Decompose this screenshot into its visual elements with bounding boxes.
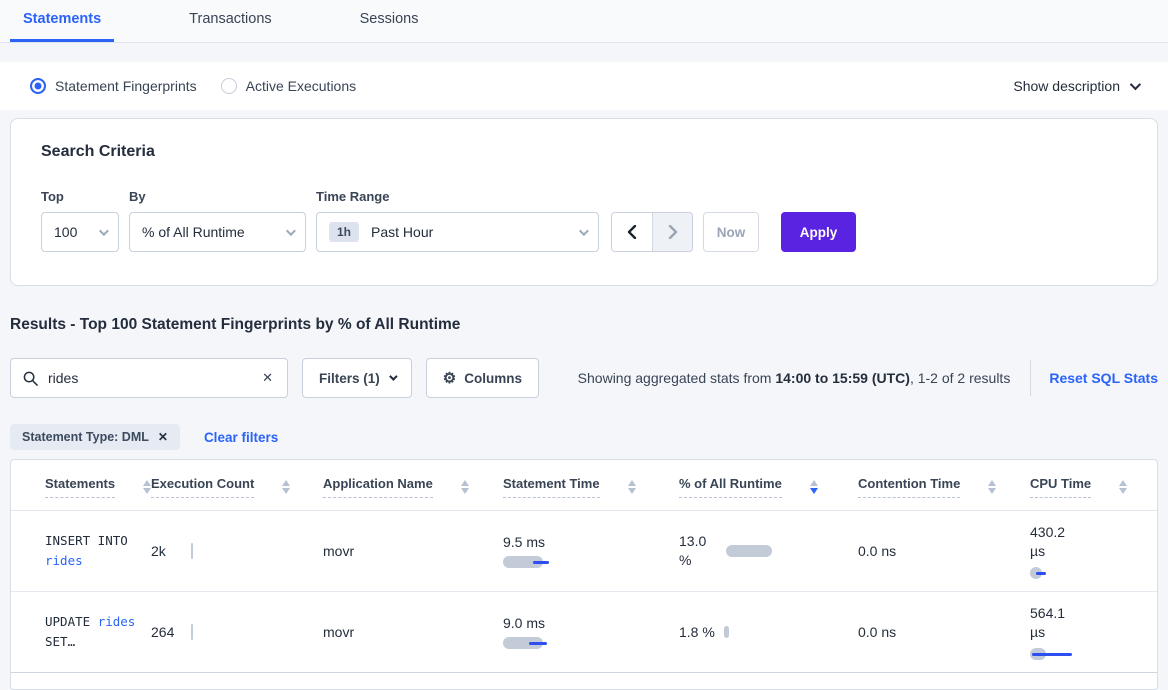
search-criteria-title: Search Criteria xyxy=(41,143,1127,161)
next-time-button[interactable] xyxy=(652,213,692,251)
chevron-down-icon xyxy=(99,226,109,236)
table-row: UPDATE rides SET… 264 movr 9.0 ms 1.8 % … xyxy=(11,591,1157,673)
runtime-pct-bar xyxy=(724,626,729,638)
gear-icon: ⚙ xyxy=(443,369,456,387)
table-header-row: Statements Execution Count Application N… xyxy=(11,460,1157,510)
column-header-runtime-pct: % of All Runtime xyxy=(679,476,858,510)
time-range-field: Time Range 1h Past Hour xyxy=(316,189,599,252)
sort-icons[interactable] xyxy=(810,480,818,494)
by-select[interactable]: % of All Runtime xyxy=(129,212,306,252)
column-header-statement-time: Statement Time xyxy=(503,476,679,510)
divider xyxy=(1030,360,1031,396)
statement-time-stddev-marker xyxy=(533,561,549,564)
column-header-contention-time: Contention Time xyxy=(858,476,1030,510)
previous-time-button[interactable] xyxy=(612,213,652,251)
search-input[interactable] xyxy=(48,370,260,386)
search-box[interactable]: ✕ xyxy=(10,358,288,398)
top-field: Top 100 xyxy=(41,189,119,252)
search-criteria-card: Search Criteria Top 100 By % of All Runt… xyxy=(10,118,1158,286)
clear-search-icon[interactable]: ✕ xyxy=(260,370,275,386)
cpu-time-cell: 564.1 µs xyxy=(1030,592,1157,672)
execution-count-cell: 2k xyxy=(151,531,323,571)
column-header-statements: Statements xyxy=(11,476,151,510)
apply-button[interactable]: Apply xyxy=(781,212,856,252)
time-nav-group xyxy=(611,212,693,252)
statement-link[interactable]: INSERT INTO rides xyxy=(45,531,151,571)
radio-statement-fingerprints[interactable]: Statement Fingerprints xyxy=(30,78,197,94)
sort-icons[interactable] xyxy=(628,480,636,494)
radio-active-executions[interactable]: Active Executions xyxy=(221,78,357,94)
chevron-right-icon xyxy=(668,225,678,239)
search-icon xyxy=(23,371,38,386)
runtime-pct-cell: 13.0 % xyxy=(679,520,858,582)
filter-pill-statement-type[interactable]: Statement Type: DML ✕ xyxy=(10,424,180,450)
chevron-down-icon xyxy=(389,372,397,380)
chevron-down-icon xyxy=(579,226,589,236)
time-range-select[interactable]: 1h Past Hour xyxy=(316,212,599,252)
top-select[interactable]: 100 xyxy=(41,212,119,252)
tab-sessions[interactable]: Sessions xyxy=(347,11,432,42)
execution-count-cell: 264 xyxy=(151,612,323,652)
chevron-left-icon xyxy=(627,225,637,239)
clear-filters-link[interactable]: Clear filters xyxy=(204,430,278,445)
by-field: By % of All Runtime xyxy=(129,189,306,252)
tab-transactions[interactable]: Transactions xyxy=(176,11,284,42)
chevron-down-icon xyxy=(1130,79,1141,90)
application-name-cell: movr xyxy=(323,531,503,571)
cpu-time-stddev-marker xyxy=(1032,653,1072,656)
column-header-execution-count: Execution Count xyxy=(151,476,323,510)
runtime-pct-cell: 1.8 % xyxy=(679,611,858,654)
radio-selected-icon xyxy=(30,78,46,94)
cpu-time-stddev-marker xyxy=(1036,572,1046,575)
runtime-pct-bar xyxy=(726,545,772,557)
sort-icons[interactable] xyxy=(1119,480,1127,494)
statement-time-stddev-marker xyxy=(529,642,547,645)
statement-time-cell: 9.5 ms xyxy=(503,522,679,580)
page-tabs: Statements Transactions Sessions xyxy=(0,0,1168,43)
now-button[interactable]: Now xyxy=(703,212,759,252)
execution-count-bar xyxy=(191,543,193,559)
sort-icons[interactable] xyxy=(988,480,996,494)
statement-time-cell: 9.0 ms xyxy=(503,603,679,661)
active-filters-row: Statement Type: DML ✕ Clear filters xyxy=(10,424,1158,450)
sort-icons[interactable] xyxy=(143,480,151,494)
column-header-cpu-time: CPU Time xyxy=(1030,476,1157,510)
view-toggle-band: Statement Fingerprints Active Executions… xyxy=(0,62,1168,110)
cpu-time-cell: 430.2 µs xyxy=(1030,511,1157,591)
sort-icons[interactable] xyxy=(461,480,469,494)
columns-button[interactable]: ⚙ Columns xyxy=(426,358,539,398)
time-range-badge: 1h xyxy=(329,222,359,242)
reset-sql-stats-link[interactable]: Reset SQL Stats xyxy=(1049,370,1158,386)
sort-icons[interactable] xyxy=(282,480,290,494)
contention-time-cell: 0.0 ns xyxy=(858,612,1030,652)
remove-filter-icon[interactable]: ✕ xyxy=(158,430,168,444)
statements-table: Statements Execution Count Application N… xyxy=(10,459,1158,690)
application-name-cell: movr xyxy=(323,612,503,652)
aggregated-stats-note: Showing aggregated stats from 14:00 to 1… xyxy=(578,370,1011,386)
table-row: INSERT INTO rides 2k movr 9.5 ms 13.0 % … xyxy=(11,510,1157,591)
execution-count-bar xyxy=(191,624,193,640)
contention-time-cell: 0.0 ns xyxy=(858,531,1030,571)
tab-statements[interactable]: Statements xyxy=(10,11,114,42)
chevron-down-icon xyxy=(286,226,296,236)
column-header-application-name: Application Name xyxy=(323,476,503,510)
results-controls: ✕ Filters (1) ⚙ Columns Showing aggregat… xyxy=(10,358,1158,398)
statement-link[interactable]: UPDATE rides SET… xyxy=(45,612,151,652)
results-title: Results - Top 100 Statement Fingerprints… xyxy=(10,316,1168,334)
radio-unselected-icon xyxy=(221,78,237,94)
filters-button[interactable]: Filters (1) xyxy=(302,358,412,398)
show-description-toggle[interactable]: Show description xyxy=(1013,78,1138,94)
